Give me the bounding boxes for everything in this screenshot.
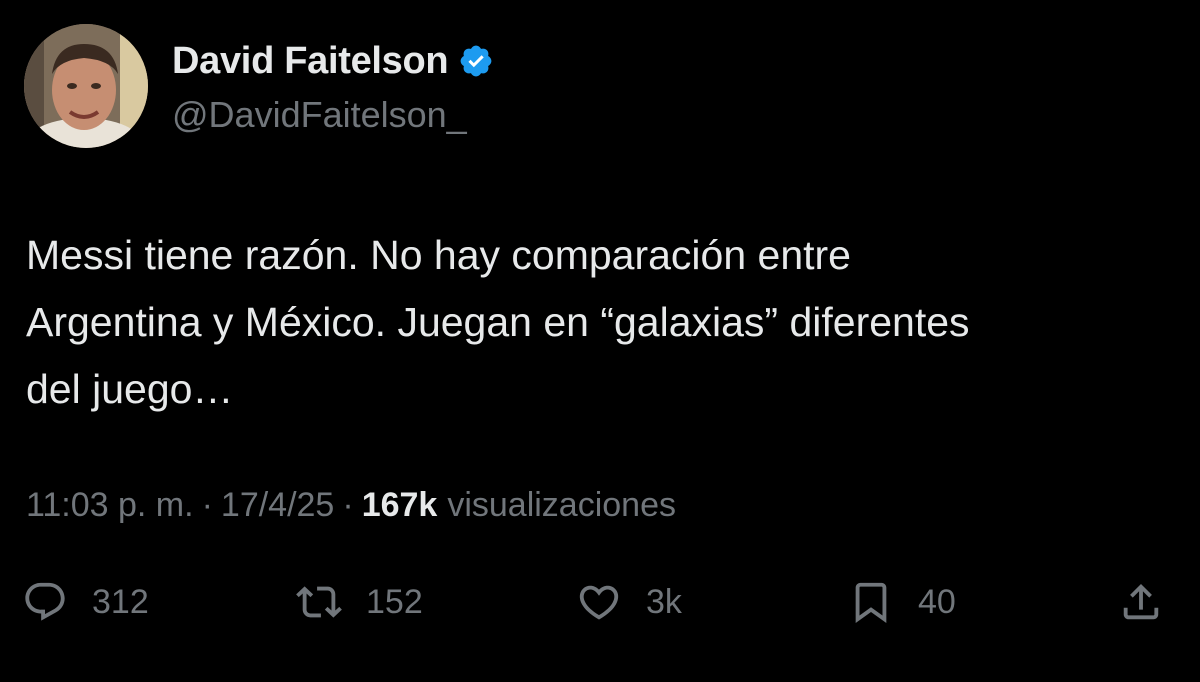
handle[interactable]: @DavidFaitelson_ [172, 94, 494, 136]
tweet-meta: 11:03 p. m. · 17/4/25 · 167k visualizaci… [26, 486, 676, 525]
like-count: 3k [646, 582, 682, 621]
tweet-card: David Faitelson @DavidFaitelson_ Messi t… [0, 0, 1200, 682]
bookmark-count: 40 [918, 582, 956, 621]
name-row: David Faitelson [172, 38, 494, 84]
tweet-time[interactable]: 11:03 p. m. [26, 486, 194, 525]
views-count[interactable]: 167k [362, 486, 438, 525]
meta-separator: · [342, 486, 354, 524]
like-button[interactable]: 3k [576, 572, 682, 632]
share-button[interactable] [1118, 572, 1164, 632]
heart-icon [576, 579, 622, 625]
meta-separator: · [201, 486, 213, 524]
retweet-count: 152 [366, 582, 423, 621]
reply-icon [22, 579, 68, 625]
bookmark-icon [848, 579, 894, 625]
reply-count: 312 [92, 582, 149, 621]
reply-button[interactable]: 312 [22, 572, 149, 632]
tweet-text: Messi tiene razón. No hay comparación en… [26, 232, 970, 412]
bookmark-button[interactable]: 40 [848, 572, 956, 632]
action-bar: 312 152 3k 40 [0, 572, 1200, 632]
share-icon [1118, 579, 1164, 625]
retweet-icon [296, 579, 342, 625]
verified-badge-icon [458, 43, 494, 79]
retweet-button[interactable]: 152 [296, 572, 423, 632]
display-name[interactable]: David Faitelson [172, 40, 449, 83]
author-block: David Faitelson @DavidFaitelson_ [172, 38, 494, 136]
tweet-date[interactable]: 17/4/25 [221, 486, 334, 525]
avatar[interactable] [24, 24, 148, 148]
avatar-photo [24, 24, 148, 148]
views-label: visualizaciones [447, 486, 676, 524]
